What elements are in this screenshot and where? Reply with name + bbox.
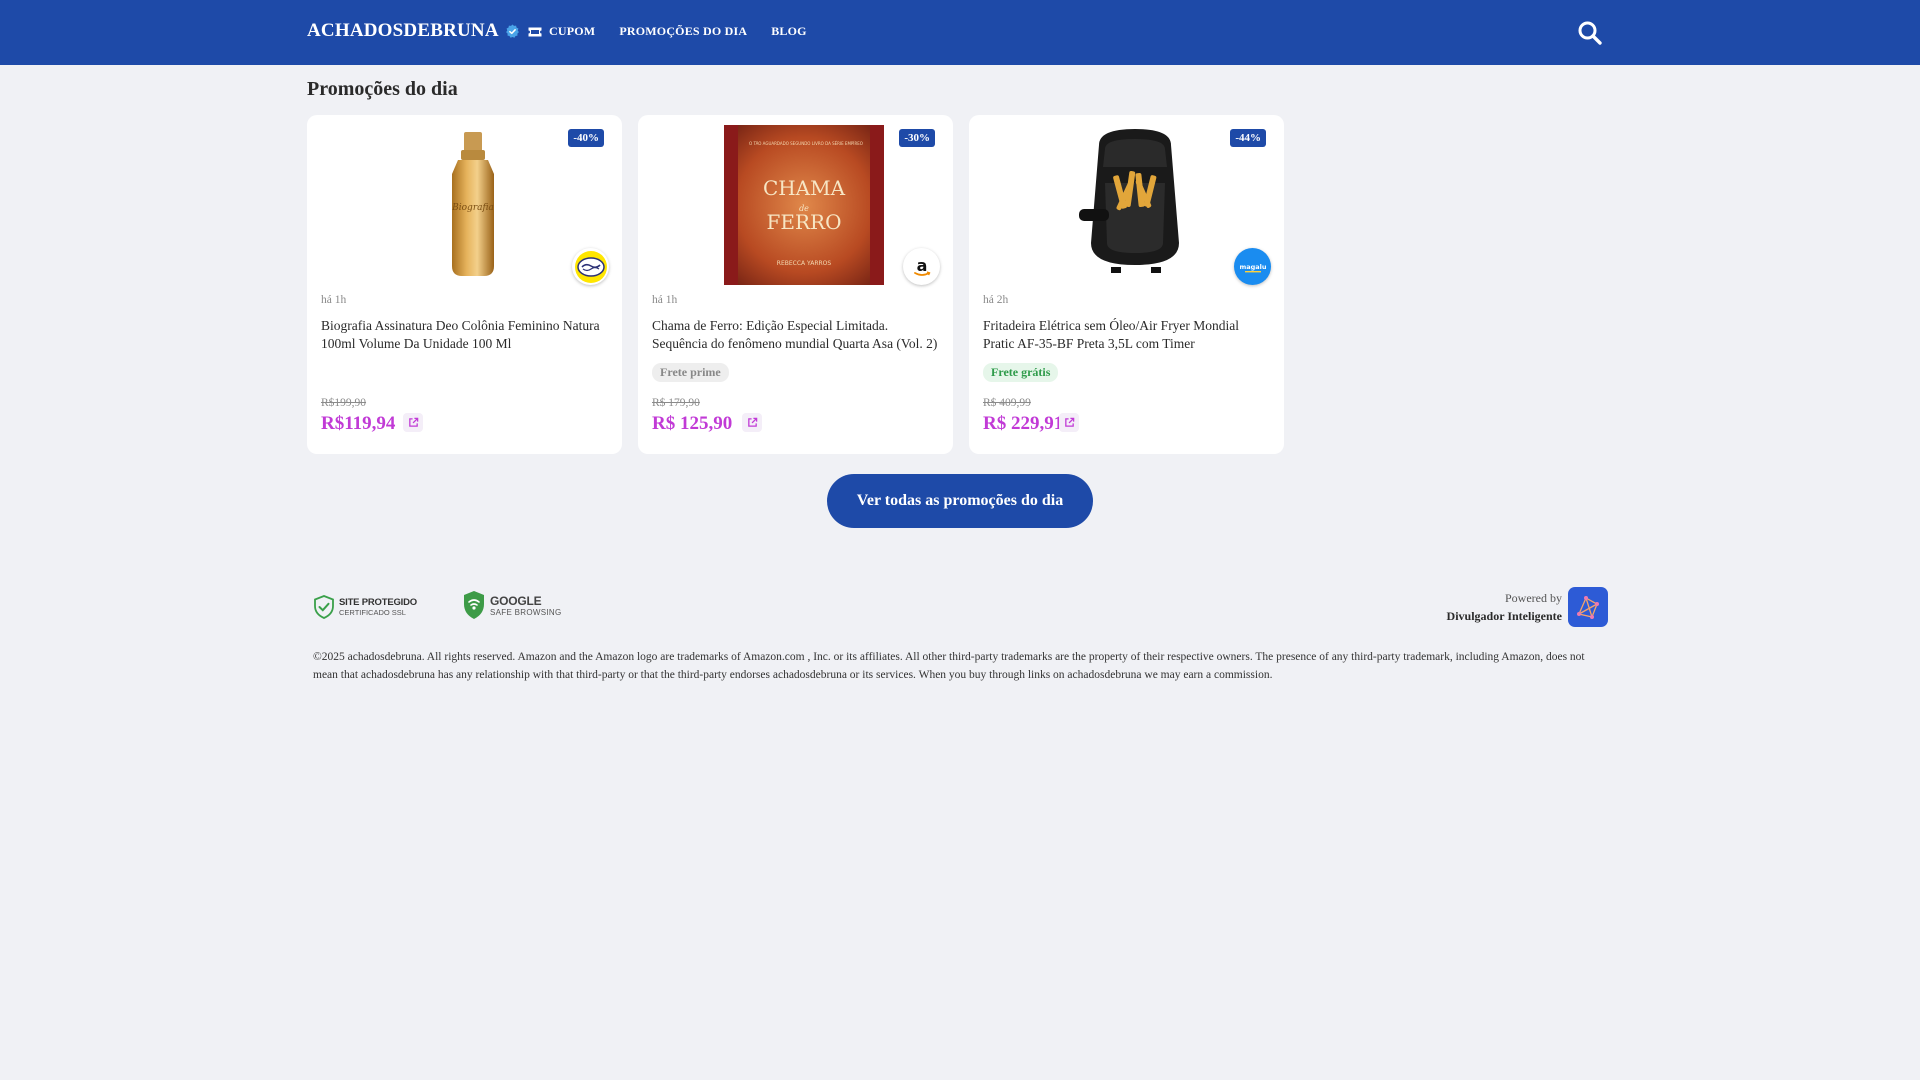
product-title[interactable]: Biografia Assinatura Deo Colônia Feminin…: [321, 317, 611, 353]
open-link-button[interactable]: [403, 413, 423, 432]
current-price: R$ 229,91: [983, 413, 1064, 434]
footer-disclaimer: ©2025 achadosdebruna. All rights reserve…: [313, 651, 1585, 681]
external-link-icon: [1064, 417, 1074, 427]
old-price: R$ 409,99: [983, 397, 1031, 409]
brand-name: ACHADOSDEBRUNA: [307, 20, 499, 41]
google-seal-subtitle: SAFE BROWSING: [490, 607, 562, 617]
old-price: R$199,90: [321, 397, 367, 409]
google-shield-icon: [464, 591, 484, 619]
amazon-icon: a: [913, 256, 930, 276]
store-logo-mercado-livre: [572, 248, 609, 285]
svg-text:O TÃO AGUARDADO SEGUNDO LIVRO: O TÃO AGUARDADO SEGUNDO LIVRO DA SÉRIE E…: [749, 141, 863, 146]
product-list: Biografia -40% há 1h Biografia Assinatur…: [307, 115, 1284, 454]
shipping-badge: Frete prime: [652, 363, 729, 382]
view-all-promotions-button[interactable]: Ver todas as promoções do dia: [827, 474, 1093, 528]
air-fryer-image: [1079, 129, 1179, 273]
current-price: R$ 125,90: [652, 413, 733, 434]
store-logo-magalu: magalu: [1234, 248, 1271, 285]
current-price: R$119,94: [321, 413, 396, 434]
post-time: há 1h: [321, 294, 347, 306]
open-link-button[interactable]: [1059, 413, 1079, 432]
discount-badge: -44%: [1230, 129, 1266, 147]
nav-item-label: BLOG: [771, 24, 807, 38]
book-cover-image: O TÃO AGUARDADO SEGUNDO LIVRO DA SÉRIE E…: [724, 125, 884, 285]
ssl-seal-subtitle: CERTIFICADO SSL: [339, 608, 406, 617]
main-nav: CUPOM PROMOÇÕES DO DIA BLOG: [528, 24, 831, 39]
mercado-livre-icon: [574, 250, 607, 283]
perfume-bottle-image: Biografia: [451, 132, 494, 276]
product-card[interactable]: Biografia -40% há 1h Biografia Assinatur…: [307, 115, 622, 454]
section-title: Promoções do dia: [307, 78, 458, 100]
product-title[interactable]: Fritadeira Elétrica sem Óleo/Air Fryer M…: [983, 317, 1273, 353]
external-link-icon: [408, 417, 418, 427]
external-link-icon: [747, 417, 757, 427]
ssl-seal: SITE PROTEGIDO CERTIFICADO SSL: [313, 595, 417, 619]
product-image-perfume[interactable]: Biografia: [393, 125, 553, 285]
nav-item-label: PROMOÇÕES DO DIA: [619, 24, 748, 38]
product-card[interactable]: O TÃO AGUARDADO SEGUNDO LIVRO DA SÉRIE E…: [638, 115, 953, 454]
search-button[interactable]: [1577, 20, 1603, 46]
discount-badge: -30%: [899, 129, 935, 147]
top-header: ACHADOSDEBRUNA CUPOM PROMOÇÕES DO DIA BL…: [0, 0, 1920, 65]
svg-text:a: a: [916, 256, 927, 275]
shield-check-icon: [314, 595, 334, 619]
product-title[interactable]: Chama de Ferro: Edição Especial Limitada…: [652, 317, 942, 353]
svg-text:CHAMA: CHAMA: [763, 176, 846, 200]
brand-logo[interactable]: ACHADOSDEBRUNA: [307, 20, 520, 42]
nav-item-label: CUPOM: [549, 24, 596, 38]
product-card[interactable]: -44% magalu há 2h Fritadeira Elétrica se…: [969, 115, 1284, 454]
divulgador-logo-icon: [1568, 587, 1608, 627]
google-safe-browsing-seal: GOOGLE SAFE BROWSING: [462, 590, 561, 620]
svg-text:magalu: magalu: [1239, 263, 1266, 271]
svg-text:REBECCA YARROS: REBECCA YARROS: [777, 260, 832, 267]
search-icon: [1578, 21, 1602, 45]
nav-item-blog[interactable]: BLOG: [771, 24, 806, 39]
powered-by-label: Powered by: [1505, 591, 1562, 605]
verified-badge-icon: [505, 23, 519, 38]
nav-item-cupom[interactable]: CUPOM: [528, 24, 595, 39]
product-image-book[interactable]: O TÃO AGUARDADO SEGUNDO LIVRO DA SÉRIE E…: [724, 125, 884, 285]
svg-text:Biografia: Biografia: [451, 203, 494, 213]
product-image-air-fryer[interactable]: [1055, 125, 1215, 285]
shipping-badge: Frete grátis: [983, 363, 1059, 382]
old-price: R$ 179,90: [652, 397, 700, 409]
ticket-icon: [528, 27, 542, 36]
powered-by-name: Divulgador Inteligente: [1446, 609, 1562, 623]
post-time: há 1h: [652, 294, 678, 306]
ssl-seal-title: SITE PROTEGIDO: [339, 597, 417, 608]
post-time: há 2h: [983, 294, 1009, 306]
magalu-icon: magalu: [1235, 249, 1270, 284]
google-seal-title: GOOGLE: [490, 593, 542, 608]
powered-by[interactable]: Powered by Divulgador Inteligente: [1447, 587, 1608, 627]
store-logo-amazon: a: [903, 248, 940, 285]
open-link-button[interactable]: [742, 413, 762, 432]
svg-text:FERRO: FERRO: [767, 210, 842, 234]
discount-badge: -40%: [568, 129, 604, 147]
nav-item-promocoes[interactable]: PROMOÇÕES DO DIA: [619, 24, 747, 39]
